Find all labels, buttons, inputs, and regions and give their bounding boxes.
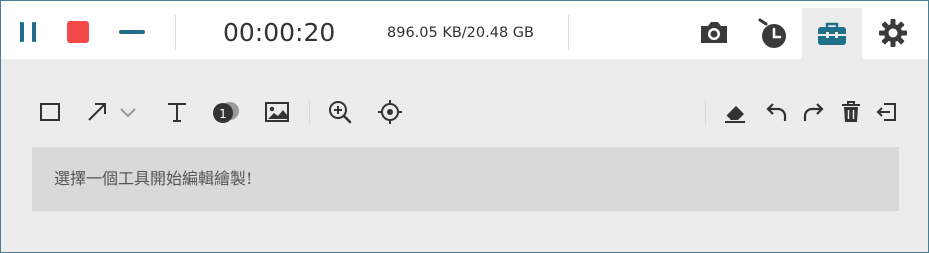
number-marker-badge: 1 — [219, 107, 227, 121]
toolbar-divider — [705, 101, 706, 125]
recording-bar: 00:00:20 896.05 KB/20.48 GB — [1, 1, 928, 59]
rectangle-icon — [40, 103, 60, 121]
rectangle-tool[interactable] — [35, 97, 65, 127]
stop-button[interactable] — [61, 15, 95, 49]
clock-icon — [758, 18, 786, 48]
camera-icon — [701, 22, 727, 43]
eraser-icon — [725, 106, 745, 123]
arrow-icon — [88, 103, 106, 121]
divider — [175, 15, 176, 51]
screenshot-button[interactable] — [695, 13, 733, 51]
number-marker-icon: 1 — [213, 102, 239, 123]
arrow-tool[interactable] — [82, 97, 112, 127]
hint-panel: 選擇一個工具開始編輯繪製! — [32, 147, 899, 211]
zoom-in-icon — [329, 101, 352, 124]
toolbox-button[interactable] — [802, 8, 862, 59]
zoom-tool[interactable] — [325, 97, 355, 127]
text-icon — [168, 103, 186, 122]
trash-icon — [842, 101, 860, 122]
hint-text: 選擇一個工具開始編輯繪製! — [54, 169, 253, 188]
divider — [568, 15, 569, 51]
arrow-options-dropdown[interactable] — [115, 97, 141, 127]
settings-button[interactable] — [873, 13, 913, 53]
storage-usage: 896.05 KB/20.48 GB — [387, 25, 534, 41]
pause-icon — [20, 22, 36, 42]
gear-icon — [879, 19, 907, 47]
minimize-icon — [119, 30, 145, 34]
redo-icon — [803, 103, 824, 121]
spotlight-icon — [378, 100, 402, 124]
image-tool[interactable] — [262, 97, 292, 127]
recording-timer: 00:00:20 — [223, 18, 336, 47]
redo-button[interactable] — [798, 97, 828, 127]
stop-icon — [67, 21, 89, 43]
pause-button[interactable] — [11, 15, 45, 49]
toolbar-divider — [309, 101, 310, 125]
spotlight-tool[interactable] — [375, 97, 405, 127]
toolbox-icon — [818, 22, 846, 45]
undo-icon — [766, 103, 787, 121]
recorder-window: 00:00:20 896.05 KB/20.48 GB 1 選擇一個工具開始編輯… — [0, 0, 929, 253]
undo-button[interactable] — [762, 97, 792, 127]
number-marker-tool[interactable]: 1 — [211, 97, 241, 127]
eraser-tool[interactable] — [720, 97, 750, 127]
image-icon — [265, 102, 289, 122]
clear-all-button[interactable] — [836, 97, 866, 127]
chevron-down-icon — [120, 108, 136, 118]
exit-icon — [876, 103, 896, 121]
exit-drawing-button[interactable] — [872, 97, 902, 127]
text-tool[interactable] — [162, 97, 192, 127]
minimize-button[interactable] — [113, 15, 151, 49]
task-schedule-button[interactable] — [751, 13, 793, 53]
